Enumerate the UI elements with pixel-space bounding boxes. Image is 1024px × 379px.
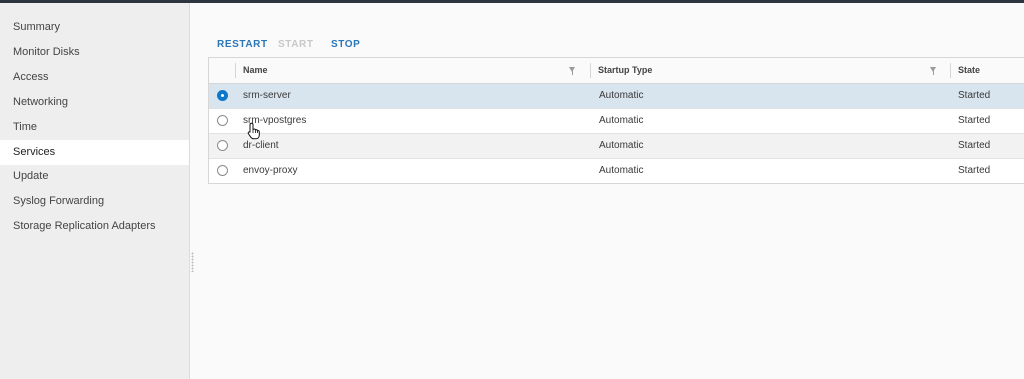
- cell-startup-type: Automatic: [599, 115, 644, 126]
- cell-name: srm-vpostgres: [243, 115, 307, 126]
- cell-state: Started: [958, 90, 991, 101]
- sidebar-item-summary[interactable]: Summary: [0, 15, 189, 40]
- sidebar-item-access[interactable]: Access: [0, 65, 189, 90]
- cell-state: Started: [958, 115, 991, 126]
- sidebar-item-monitor-disks[interactable]: Monitor Disks: [0, 40, 189, 65]
- sidebar: Summary Monitor Disks Access Networking …: [0, 3, 190, 379]
- cell-startup-type: Automatic: [599, 90, 644, 101]
- cell-name: srm-server: [243, 90, 291, 101]
- sidebar-item-storage-replication-adapters[interactable]: Storage Replication Adapters: [0, 214, 189, 239]
- table-row[interactable]: srm-vpostgres Automatic Started: [209, 109, 1024, 134]
- sidebar-item-time[interactable]: Time: [0, 115, 189, 140]
- row-radio[interactable]: [217, 165, 228, 176]
- cell-startup-type: Automatic: [599, 140, 644, 151]
- cell-name: dr-client: [243, 140, 279, 151]
- sidebar-resize-handle[interactable]: [191, 252, 194, 272]
- row-radio[interactable]: [217, 115, 228, 126]
- table-row[interactable]: srm-server Automatic Started: [209, 84, 1024, 109]
- row-radio[interactable]: [217, 90, 228, 101]
- table-row[interactable]: envoy-proxy Automatic Started: [209, 159, 1024, 184]
- table-header: Name Startup Type State: [209, 58, 1024, 84]
- table-row[interactable]: dr-client Automatic Started: [209, 134, 1024, 159]
- cell-startup-type: Automatic: [599, 165, 644, 176]
- stop-button[interactable]: STOP: [331, 39, 360, 50]
- column-header-startup-type[interactable]: Startup Type: [590, 58, 950, 83]
- row-radio[interactable]: [217, 140, 228, 151]
- filter-icon[interactable]: [930, 67, 936, 75]
- start-button: START: [278, 39, 314, 50]
- cell-state: Started: [958, 165, 991, 176]
- sidebar-item-networking[interactable]: Networking: [0, 90, 189, 115]
- sidebar-item-syslog-forwarding[interactable]: Syslog Forwarding: [0, 189, 189, 214]
- restart-button[interactable]: RESTART: [217, 39, 268, 50]
- sidebar-item-services[interactable]: Services: [0, 140, 189, 165]
- sidebar-item-update[interactable]: Update: [0, 164, 189, 189]
- services-table: Name Startup Type State srm-server Autom…: [208, 57, 1024, 184]
- column-header-name[interactable]: Name: [235, 58, 589, 83]
- column-header-state[interactable]: State: [950, 58, 1024, 83]
- filter-icon[interactable]: [569, 67, 575, 75]
- cell-name: envoy-proxy: [243, 165, 298, 176]
- cell-state: Started: [958, 140, 991, 151]
